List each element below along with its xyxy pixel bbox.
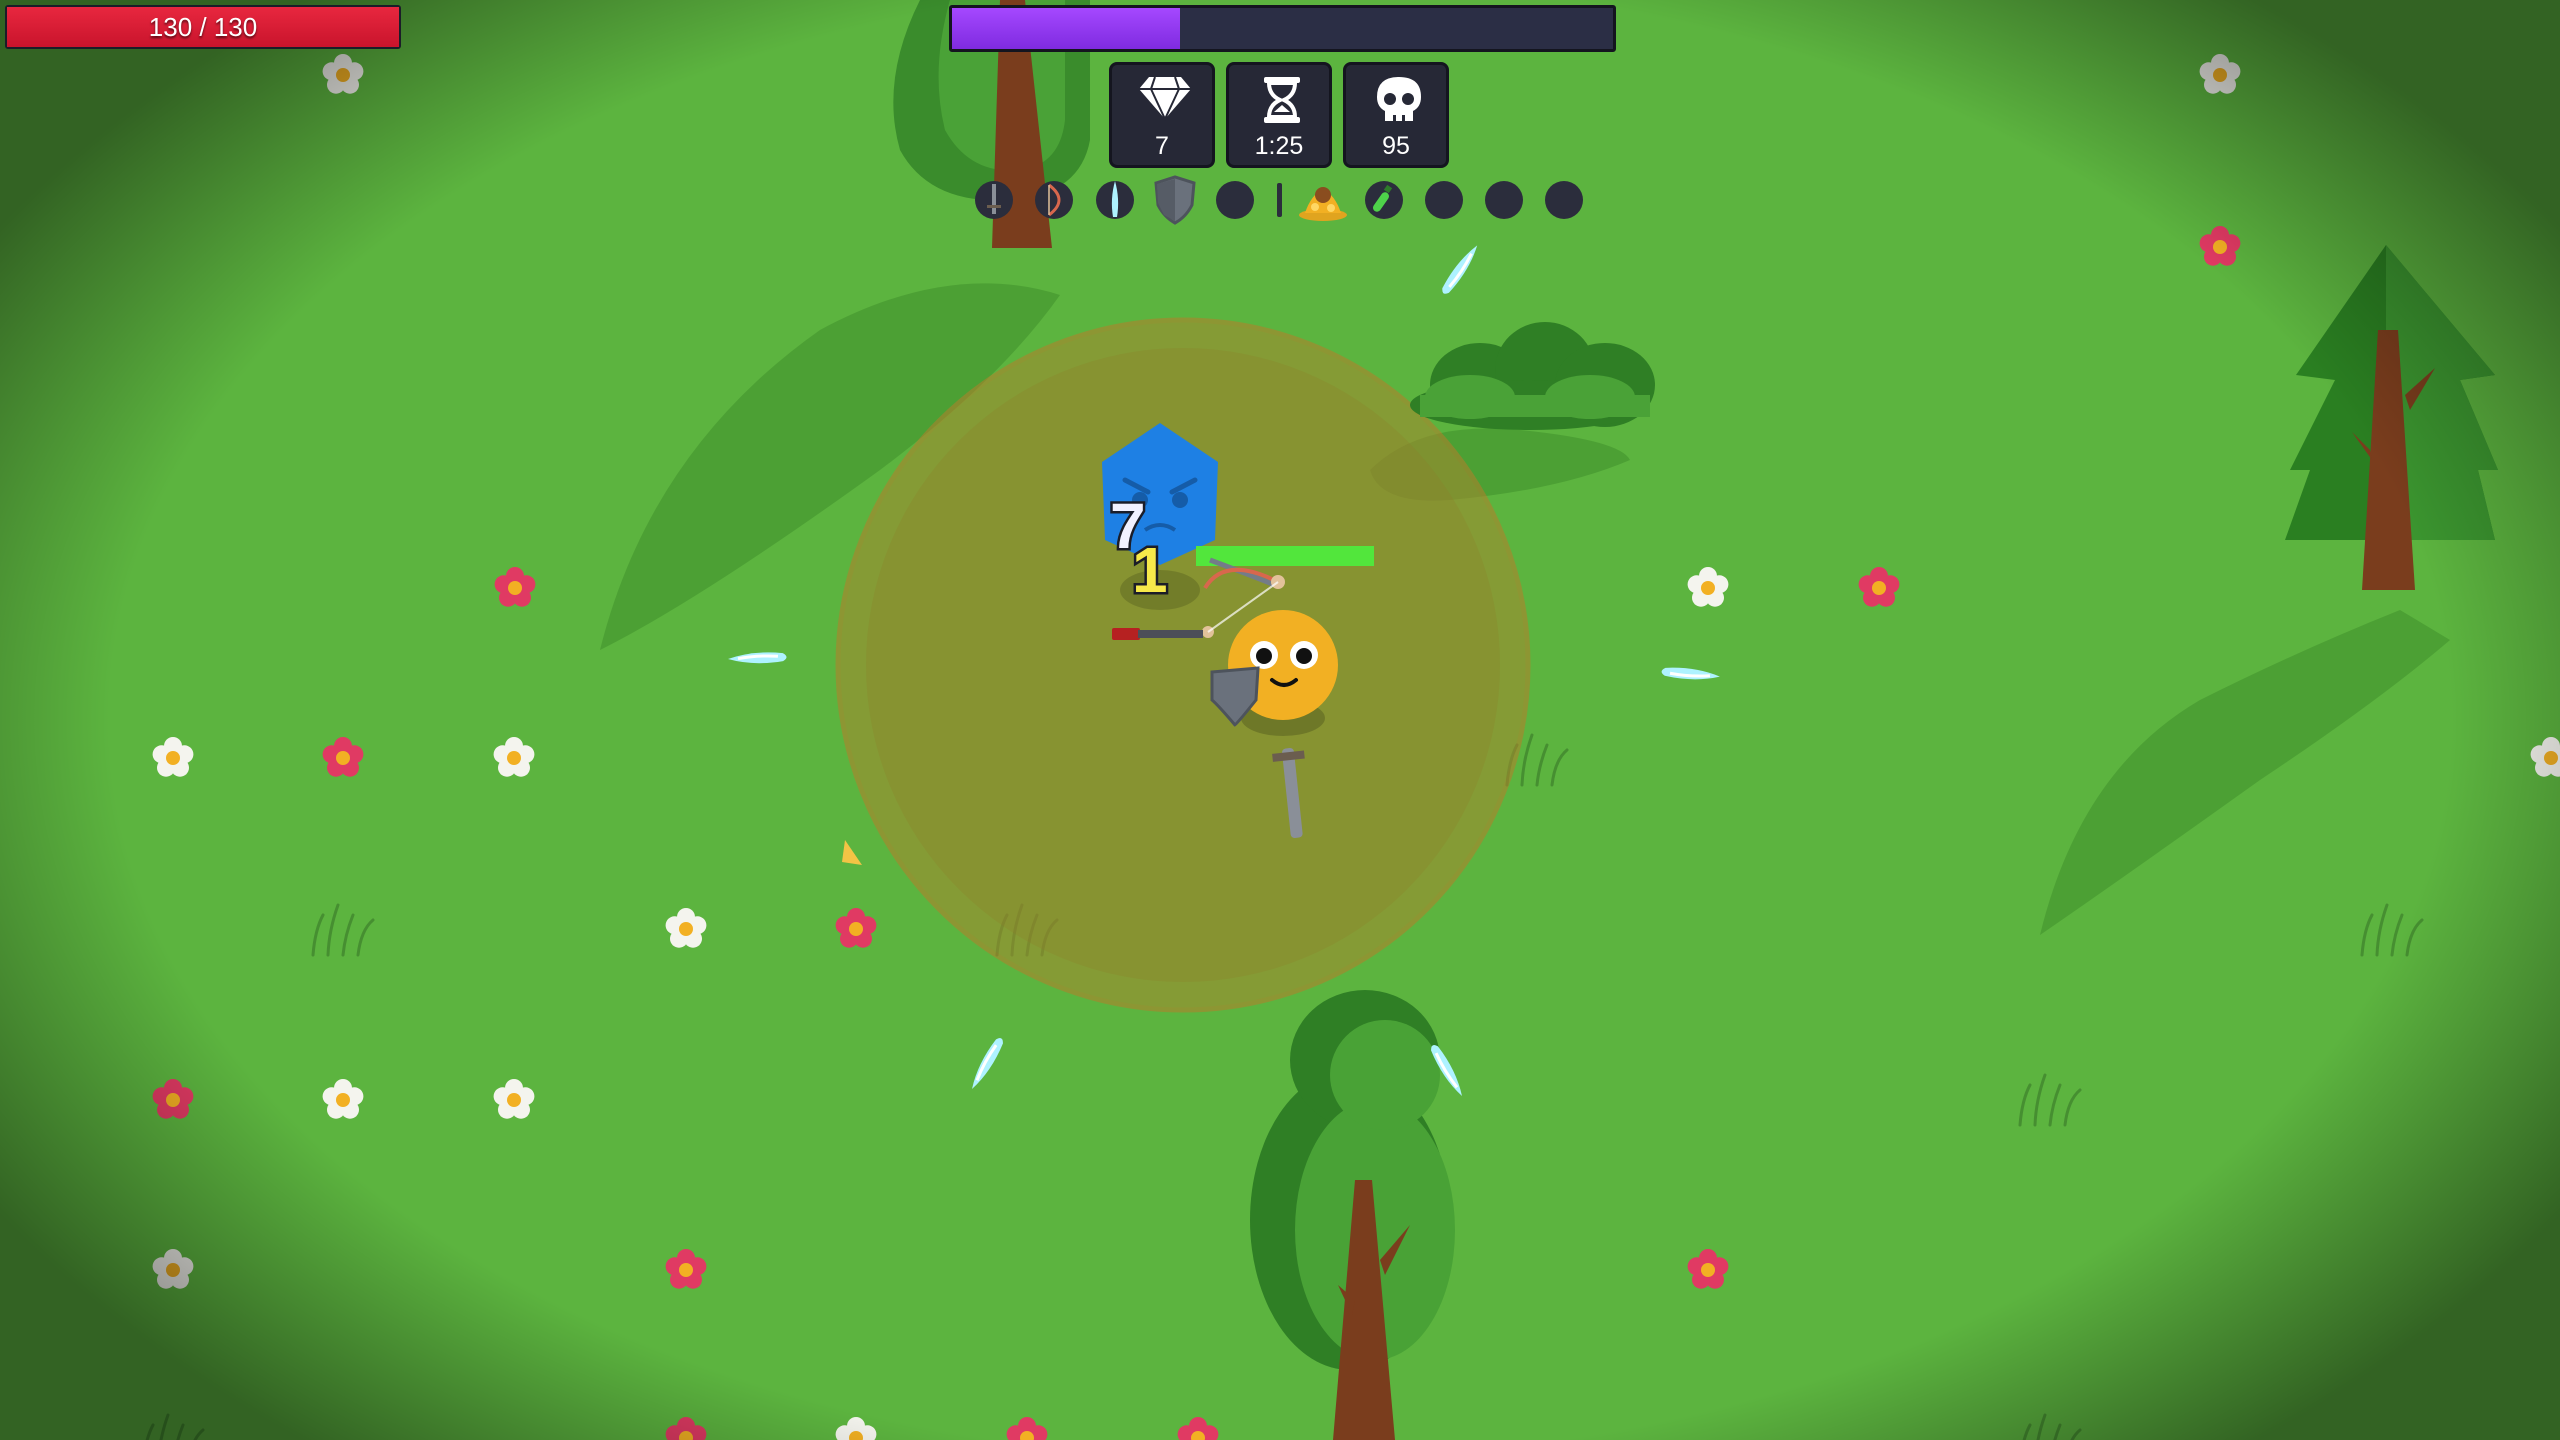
weapon-slot-4: [1154, 175, 1196, 225]
hourglass-icon: [1264, 77, 1300, 123]
potion-icon: [1372, 184, 1393, 212]
passive-slot-5: [1545, 181, 1583, 219]
slot-divider: [1277, 183, 1282, 217]
experience-bar-fill: [952, 8, 1181, 49]
weapon-slot-2: [1035, 181, 1073, 219]
passive-slot-3: [1425, 181, 1463, 219]
passive-slot-1: [1299, 181, 1347, 221]
time-elapsed: 1:25: [1254, 132, 1304, 160]
skull-icon: [1377, 77, 1421, 122]
gem-icon: [1139, 76, 1191, 121]
player-aura: [835, 317, 1531, 1013]
shield-icon: [1154, 175, 1196, 225]
weapon-slot-5: [1216, 181, 1254, 219]
ice-shard-icon: [1111, 181, 1119, 217]
gem-counter: 7: [1109, 62, 1215, 168]
svg-text:1: 1: [1132, 534, 1168, 606]
health-text: 130 / 130: [148, 12, 258, 42]
health-bar: 130 / 130: [5, 5, 401, 49]
experience-bar: [949, 5, 1616, 52]
sword-icon: [987, 184, 1001, 214]
weapon-slot-3: [1096, 181, 1134, 219]
weapon-slot-1: [975, 181, 1013, 219]
kill-counter: 95: [1343, 62, 1449, 168]
timer: 1:25: [1226, 62, 1332, 168]
gem-count: 7: [1155, 132, 1169, 160]
passive-slot-2: [1365, 181, 1403, 219]
gold-pile-icon: [1299, 187, 1347, 221]
bow-icon: [1048, 183, 1061, 217]
passive-slot-4: [1485, 181, 1523, 219]
kill-count: 95: [1382, 132, 1410, 160]
